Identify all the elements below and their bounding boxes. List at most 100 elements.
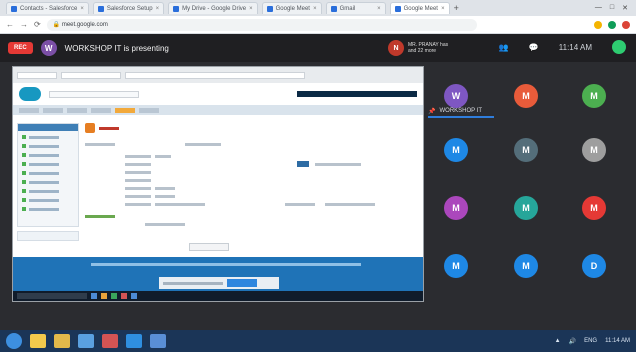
new-tab-icon[interactable]: + [454,3,459,13]
shared-banner [297,91,417,97]
meeting-header: REC W WORKSHOP IT is presenting N MR. PR… [0,34,636,62]
screen: Contacts - Salesforce × Salesforce Setup ×… [0,0,636,352]
shared-tab [17,71,57,79]
tab-favicon-icon [11,5,17,12]
shared-action-button [297,161,309,167]
reload-icon[interactable]: ⟳ [34,20,41,29]
minimize-icon[interactable]: — [595,4,602,12]
close-icon[interactable]: × [441,6,445,12]
participant-tile[interactable]: D [582,254,606,278]
participant-tile[interactable]: W [444,84,468,108]
browser-tab-active[interactable]: Google Meet × [389,2,450,14]
tab-label: Contacts - Salesforce [20,5,78,12]
language-indicator[interactable]: ENG [584,338,597,344]
shared-sidebar [17,123,79,227]
tab-favicon-icon [97,5,104,12]
recording-badge: REC [8,42,33,54]
notification-avatar: N [388,40,404,56]
skype-icon[interactable] [126,334,142,348]
maximize-icon[interactable]: □ [610,4,614,12]
meeting-stage: 📌 WORKSHOP IT W M M M M M M M M M M D [0,62,636,330]
close-icon[interactable]: × [156,6,160,12]
participants-header: 📌 WORKSHOP IT [428,106,494,118]
record-title-bar [99,126,119,130]
account-avatar[interactable] [612,40,626,54]
extension-icon[interactable] [594,20,602,29]
tab-label: My Drive - Google Drive [182,5,247,12]
tab-label: Salesforce Setup [106,5,153,12]
participant-tile[interactable]: M [514,84,538,108]
shared-browser-chrome [13,67,423,83]
media-icon[interactable] [78,334,94,348]
shared-app-header [13,83,423,105]
tab-label: Google Meet [403,5,438,12]
close-window-icon[interactable]: ✕ [622,4,628,12]
close-icon[interactable]: × [377,6,381,12]
system-tray: ▲ 🔊 ENG 11:14 AM [555,338,630,345]
presenter-avatar: W [40,40,57,56]
window-controls: — □ ✕ [595,4,636,12]
extensions [594,20,630,29]
extension-icon[interactable] [608,20,616,29]
url-text: meet.google.com [61,21,108,28]
tab-favicon-icon [330,5,337,12]
shared-bottom-button [189,243,229,251]
shared-nav-tabs [13,105,423,115]
join-notification[interactable]: N MR. PRANAY has and 22 more [388,37,468,59]
app2-icon[interactable] [150,334,166,348]
participant-tile[interactable]: M [444,138,468,162]
folder-icon[interactable] [54,334,70,348]
salesforce-logo-icon [19,87,41,101]
participant-tile[interactable]: M [514,254,538,278]
forward-icon[interactable]: → [20,20,28,29]
participant-tile[interactable]: M [514,196,538,220]
participant-tile[interactable]: M [582,138,606,162]
participant-tile[interactable]: M [582,84,606,108]
taskbar-clock[interactable]: 11:14 AM [605,338,630,345]
browser-tab[interactable]: Google Meet × [261,2,322,14]
participant-tile[interactable]: M [444,196,468,220]
browser-tab[interactable]: Salesforce Setup × [92,2,165,14]
participant-tile[interactable]: M [444,254,468,278]
browser-tab[interactable]: My Drive - Google Drive × [168,2,258,14]
address-bar: ← → ⟳ 🔒 meet.google.com [0,16,636,34]
meeting-time: 11:14 AM [558,42,592,52]
participant-tile[interactable]: M [582,196,606,220]
record-icon [85,123,95,133]
browser-tab-bar: Contacts - Salesforce × Salesforce Setup ×… [0,0,636,16]
start-icon[interactable] [6,333,22,349]
lock-icon: 🔒 [52,22,62,28]
people-icon[interactable]: 👥 [499,43,509,52]
browser-tab[interactable]: Gmail × [325,2,386,14]
close-icon[interactable]: × [313,6,317,12]
chat-icon[interactable]: 💬 [529,43,539,52]
volume-icon[interactable]: 🔊 [569,338,576,345]
shared-record-detail [85,123,419,241]
meeting-tools: 👥 💬 11:14 AM [499,40,626,54]
url-field[interactable]: 🔒 meet.google.com [46,18,477,31]
notification-line: and 22 more [408,48,437,54]
chrome-icon[interactable] [30,334,46,348]
shared-url [125,71,305,79]
app-icon[interactable] [102,334,118,348]
shared-sidebar-widget [17,231,79,241]
close-icon[interactable]: × [80,6,84,12]
tab-favicon-icon [266,5,273,12]
profile-icon[interactable] [622,20,630,29]
presenting-label: WORKSHOP IT is presenting [64,43,169,53]
network-icon[interactable]: ▲ [555,338,561,344]
participants-label: WORKSHOP IT [439,108,483,114]
back-icon[interactable]: ← [6,20,14,29]
close-icon[interactable]: × [249,6,253,12]
shared-tab [61,71,121,79]
pin-icon: 📌 [428,108,436,115]
shared-taskbar [13,291,423,301]
shared-sharing-bar [159,277,279,289]
tab-label: Google Meet [275,5,310,12]
participant-tile[interactable]: M [514,138,538,162]
browser-tab[interactable]: Contacts - Salesforce × [6,2,89,14]
tab-favicon-icon [173,5,180,12]
windows-taskbar: ▲ 🔊 ENG 11:14 AM [0,330,636,352]
notification-text: MR. PRANAY has and 22 more [408,42,448,54]
tab-favicon-icon [394,5,401,12]
